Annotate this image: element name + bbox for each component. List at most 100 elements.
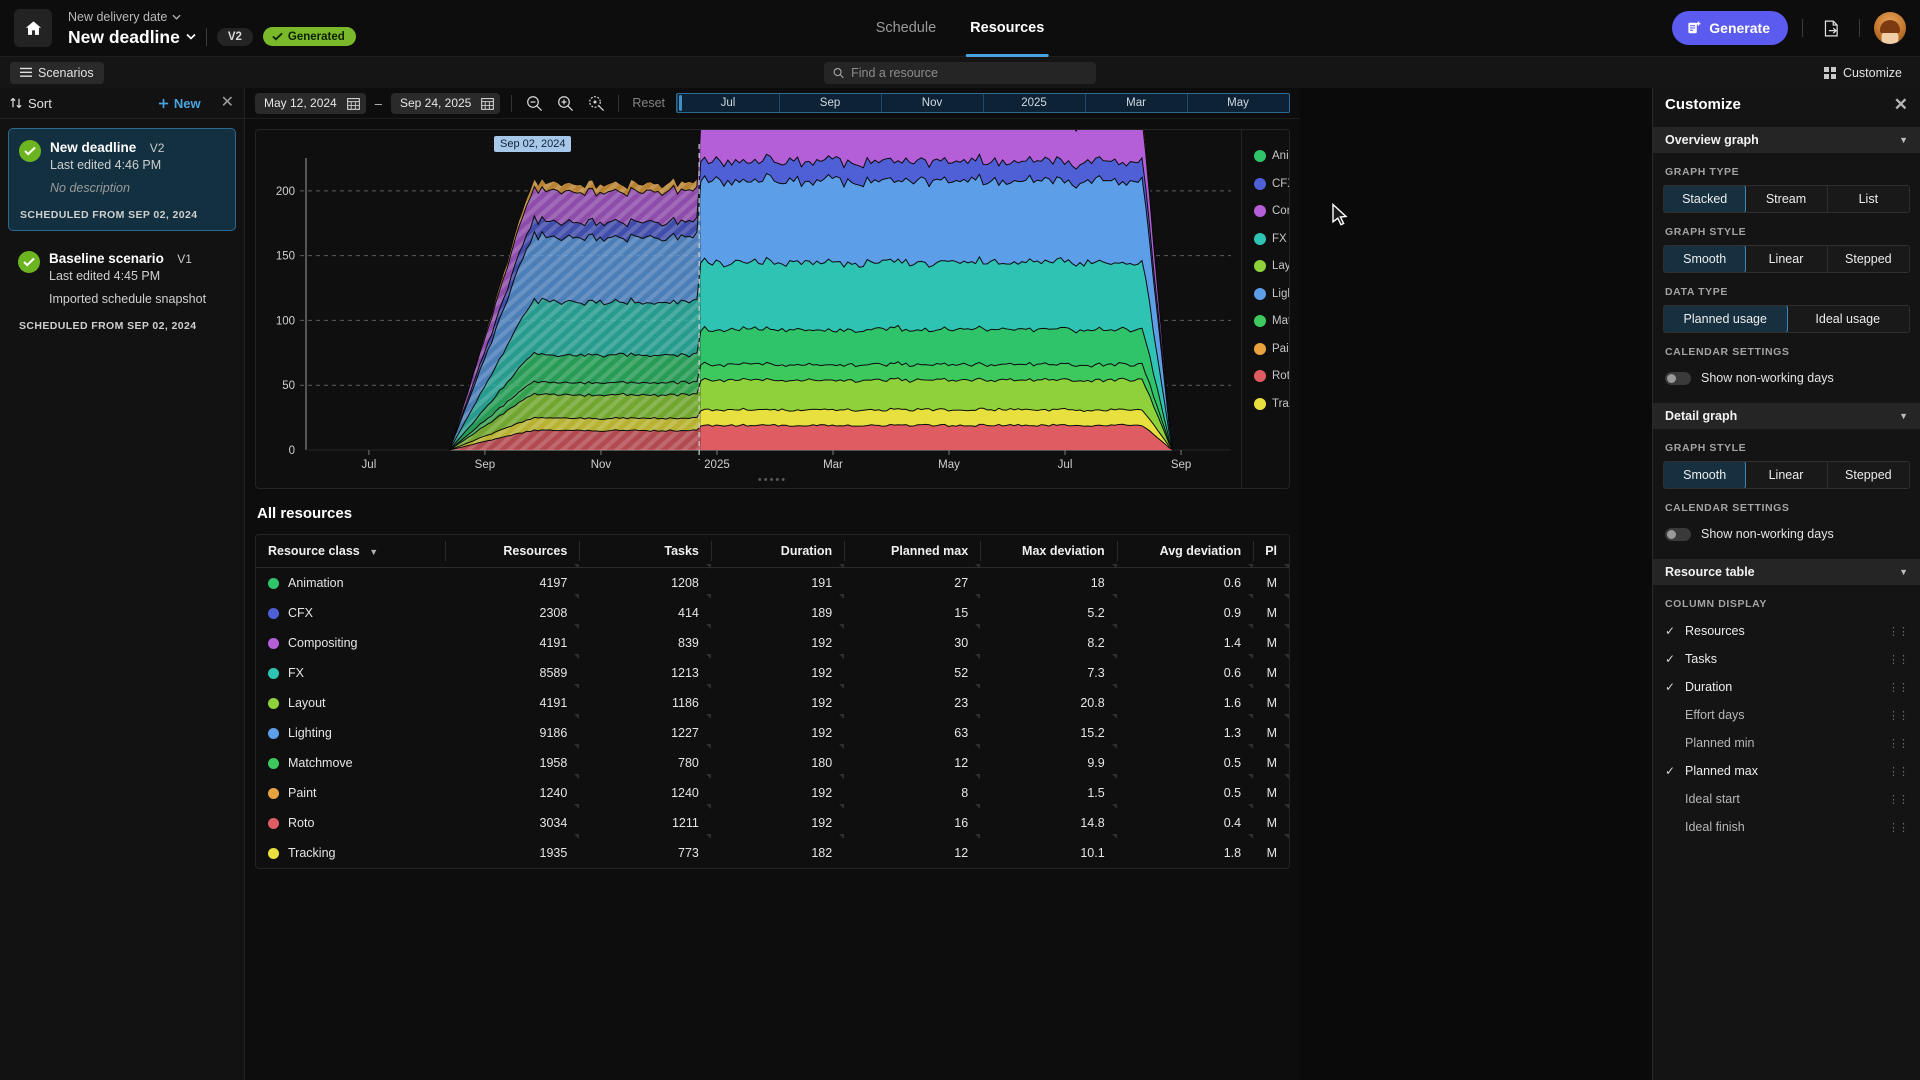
table-row[interactable]: Tracking 1935 773 182 12 10.1 1.8 M	[256, 834, 1289, 868]
tab-schedule[interactable]: Schedule	[876, 0, 936, 57]
scenario-card-baseline[interactable]: Baseline scenario V1 Last edited 4:45 PM…	[8, 240, 236, 341]
toggle-show-non-working-days-detail[interactable]	[1665, 527, 1691, 541]
scenarios-button[interactable]: Scenarios	[10, 61, 104, 84]
option-linear[interactable]: Linear	[1745, 246, 1828, 272]
legend-item-lighting[interactable]: Lighting	[1242, 287, 1289, 300]
deadline-selector[interactable]: New deadline	[68, 26, 196, 48]
legend-item-layout[interactable]: Layout	[1242, 260, 1289, 272]
toggle-show-non-working-days-overview[interactable]	[1665, 371, 1691, 385]
section-overview-graph[interactable]: Overview graph ▼	[1653, 127, 1920, 153]
option-smooth[interactable]: Smooth	[1664, 246, 1747, 272]
all-resources-section: All resources Resource class ▼ Resources…	[255, 503, 1290, 869]
resource-search[interactable]	[824, 61, 1096, 84]
column-toggle-ideal-finish[interactable]: Ideal finish ⋮⋮	[1653, 813, 1920, 841]
drag-handle-icon[interactable]: ⋮⋮	[1888, 821, 1909, 834]
new-scenario-button[interactable]: New	[158, 96, 201, 111]
search-input[interactable]	[851, 65, 1087, 80]
version-badge[interactable]: V2	[216, 27, 253, 46]
scenario-row: New deadline V2 Last edited 4:46 PM	[19, 139, 225, 172]
generate-button[interactable]: Generate	[1672, 11, 1788, 45]
table-row[interactable]: Lighting 9186 1227 192 63 15.2 1.3 M	[256, 714, 1289, 748]
close-customize-button[interactable]: ✕	[1894, 96, 1908, 113]
sort-button[interactable]: Sort	[10, 96, 52, 111]
legend-item-fx[interactable]: FX	[1242, 232, 1289, 245]
column-toggle-resources[interactable]: ✓ Resources ⋮⋮	[1653, 617, 1920, 645]
legend-item-tracking[interactable]: Tracking	[1242, 397, 1289, 410]
zoom-out-button[interactable]	[523, 92, 545, 114]
th-resources[interactable]: Resources	[444, 535, 580, 568]
zoom-in-button[interactable]	[554, 92, 576, 114]
drag-handle-icon[interactable]: ⋮⋮	[1888, 653, 1909, 666]
close-sidebar-button[interactable]: ✕	[221, 95, 234, 111]
export-button[interactable]	[1817, 14, 1845, 42]
option-stepped[interactable]: Stepped	[1827, 246, 1909, 272]
cell-avg-deviation: 0.6	[1117, 563, 1254, 599]
column-toggle-tasks[interactable]: ✓ Tasks ⋮⋮	[1653, 645, 1920, 673]
scenarios-label: Scenarios	[38, 65, 94, 80]
segmented-data-type: Planned usage Ideal usage	[1663, 305, 1910, 333]
date-start-field[interactable]: May 12, 2024	[255, 92, 366, 114]
table-row[interactable]: Layout 4191 1186 192 23 20.8 1.6 M	[256, 684, 1289, 718]
column-toggle-planned-min[interactable]: Planned min ⋮⋮	[1653, 729, 1920, 757]
th-planned-max[interactable]: Planned max	[844, 535, 981, 568]
cell-tasks: 780	[579, 744, 711, 778]
column-toggle-planned-max[interactable]: ✓ Planned max ⋮⋮	[1653, 757, 1920, 785]
legend-item-cfx[interactable]: CFX	[1242, 177, 1289, 190]
th-planned[interactable]: Pl	[1253, 535, 1289, 568]
table-row[interactable]: Compositing 4191 839 192 30 8.2 1.4 M	[256, 624, 1289, 658]
avatar[interactable]	[1874, 12, 1906, 44]
reset-button[interactable]: Reset	[632, 96, 665, 110]
th-duration[interactable]: Duration	[710, 535, 845, 568]
legend-item-roto[interactable]: Roto	[1242, 370, 1289, 382]
ruler-tick: Sep	[779, 94, 881, 112]
legend-item-compositing[interactable]: Compositing	[1242, 205, 1289, 217]
section-label: Overview graph	[1665, 133, 1759, 147]
legend-item-matchmove[interactable]: Matchmove	[1242, 315, 1289, 327]
generated-badge[interactable]: Generated	[262, 27, 356, 46]
column-toggle-ideal-start[interactable]: Ideal start ⋮⋮	[1653, 785, 1920, 813]
legend-item-paint[interactable]: Paint	[1242, 342, 1289, 355]
plot-area[interactable]: Sep 02, 2024 0 50 100 150 200 Jul Sep Nov 2025 Ma…	[256, 102, 1241, 488]
drag-handle-icon[interactable]: ⋮⋮	[1888, 737, 1909, 750]
option-linear-detail[interactable]: Linear	[1745, 462, 1828, 488]
column-toggle-effort-days[interactable]: Effort days ⋮⋮	[1653, 701, 1920, 729]
marker-label[interactable]: Sep 02, 2024	[494, 136, 572, 152]
table-row[interactable]: Roto 3034 1211 192 16 14.8 0.4 M	[256, 804, 1289, 838]
table-row[interactable]: FX 8589 1213 192 52 7.3 0.6 M	[256, 654, 1289, 688]
tab-resources[interactable]: Resources	[966, 0, 1049, 57]
column-toggle-duration[interactable]: ✓ Duration ⋮⋮	[1653, 673, 1920, 701]
drag-handle-icon[interactable]: ⋮⋮	[1888, 709, 1909, 722]
th-tasks[interactable]: Tasks	[579, 535, 711, 568]
scenario-version: V1	[177, 252, 192, 266]
resize-grip[interactable]: •••••	[758, 474, 787, 486]
drag-handle-icon[interactable]: ⋮⋮	[1888, 625, 1909, 638]
home-button[interactable]	[14, 9, 52, 47]
table-row[interactable]: Matchmove 1958 780 180 12 9.9 0.5 M	[256, 744, 1289, 778]
project-selector[interactable]: New delivery date	[68, 9, 356, 25]
option-smooth-detail[interactable]: Smooth	[1664, 462, 1747, 488]
table-row[interactable]: Paint 1240 1240 192 8 1.5 0.5 M	[256, 774, 1289, 808]
section-detail-graph[interactable]: Detail graph ▼	[1653, 403, 1920, 429]
zoom-fit-button[interactable]	[585, 92, 607, 114]
date-end-field[interactable]: Sep 24, 2025	[390, 92, 501, 114]
option-stacked[interactable]: Stacked	[1664, 186, 1747, 212]
legend-item-animation[interactable]: Animation	[1242, 150, 1289, 162]
th-avg-deviation[interactable]: Avg deviation	[1116, 535, 1254, 568]
table-row[interactable]: CFX 2308 414 189 15 5.2 0.9 M	[256, 594, 1289, 628]
option-planned-usage[interactable]: Planned usage	[1664, 306, 1788, 332]
drag-handle-icon[interactable]: ⋮⋮	[1888, 793, 1909, 806]
chevron-down-icon: ▼	[1899, 411, 1908, 421]
th-resource-class[interactable]: Resource class ▼	[256, 535, 445, 568]
drag-handle-icon[interactable]: ⋮⋮	[1888, 681, 1909, 694]
option-ideal-usage[interactable]: Ideal usage	[1786, 306, 1909, 332]
scenario-card-new-deadline[interactable]: New deadline V2 Last edited 4:46 PM No d…	[8, 128, 236, 231]
customize-toggle[interactable]: Customize	[1823, 66, 1910, 80]
drag-handle-icon[interactable]: ⋮⋮	[1888, 765, 1909, 778]
section-resource-table[interactable]: Resource table ▼	[1653, 559, 1920, 585]
option-stepped-detail[interactable]: Stepped	[1827, 462, 1909, 488]
th-max-deviation[interactable]: Max deviation	[980, 535, 1117, 568]
option-list[interactable]: List	[1827, 186, 1909, 212]
option-stream[interactable]: Stream	[1745, 186, 1828, 212]
timeline-ruler[interactable]: Jul Sep Nov 2025 Mar May	[676, 93, 1290, 113]
table-row[interactable]: Animation 4197 1208 191 27 18 0.6 M	[256, 563, 1289, 599]
